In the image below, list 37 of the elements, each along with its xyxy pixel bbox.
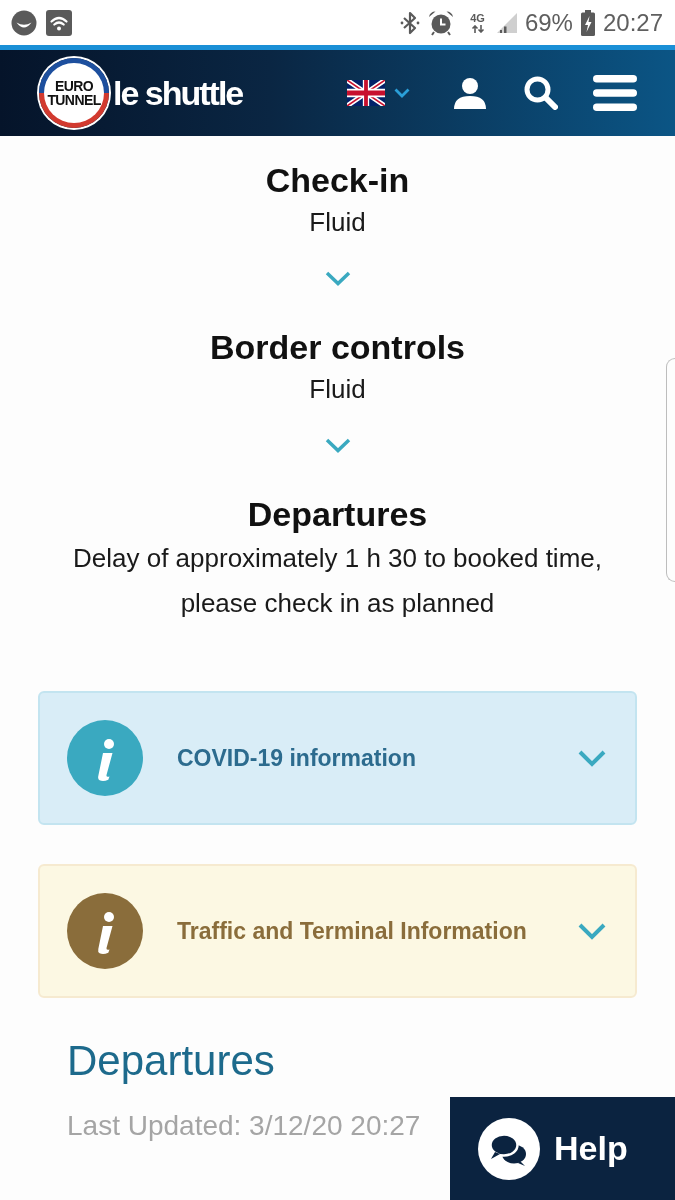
caret-icon xyxy=(394,88,410,98)
smile-icon xyxy=(11,9,37,36)
flag-icon xyxy=(347,80,385,106)
status-title: Border controls xyxy=(208,327,466,368)
info-icon xyxy=(67,893,143,969)
battery-charging-icon xyxy=(580,9,595,36)
status-value: Delay of approximately 1 h 30 to booked time, please check in as planned xyxy=(72,542,603,620)
help-button[interactable]: Help xyxy=(450,1097,675,1200)
battery-percentage: 69% xyxy=(524,7,573,38)
chat-bubbles-icon xyxy=(478,1117,540,1180)
status-value: Fluid xyxy=(308,206,367,239)
wifi-icon xyxy=(46,9,72,36)
search-icon[interactable] xyxy=(524,76,558,110)
accordion-title: Traffic and Terminal Information xyxy=(177,917,528,946)
network-type-label: 4G xyxy=(470,12,485,24)
user-icon[interactable] xyxy=(454,77,486,109)
status-value: Fluid xyxy=(308,373,367,406)
clock-time: 20:27 xyxy=(602,7,663,38)
accordion-panel[interactable]: Traffic and Terminal Information xyxy=(38,864,637,998)
last-updated-text: Last Updated: 3/12/20 20:27 xyxy=(67,1109,421,1143)
status-title: Check-in xyxy=(264,160,411,201)
section-heading: Departures xyxy=(67,1036,275,1086)
accordion-title: COVID-19 information xyxy=(177,744,417,773)
data-arrows-icon xyxy=(470,25,485,33)
info-icon xyxy=(67,720,143,796)
logo-badge[interactable]: EURO TUNNEL xyxy=(39,58,109,128)
logo-text[interactable]: le shuttle xyxy=(113,73,243,113)
signal-icon xyxy=(496,12,517,33)
language-selector[interactable] xyxy=(347,80,410,106)
accordion-panel[interactable]: COVID-19 information xyxy=(38,691,637,825)
status-title: Departures xyxy=(246,494,429,535)
edge-panel-handle[interactable] xyxy=(666,358,675,582)
alarm-clock-icon xyxy=(428,9,455,36)
chevron-down-icon xyxy=(324,438,351,453)
bluetooth-icon xyxy=(400,9,421,36)
menu-icon[interactable] xyxy=(593,75,637,111)
chevron-down-icon xyxy=(324,271,351,286)
